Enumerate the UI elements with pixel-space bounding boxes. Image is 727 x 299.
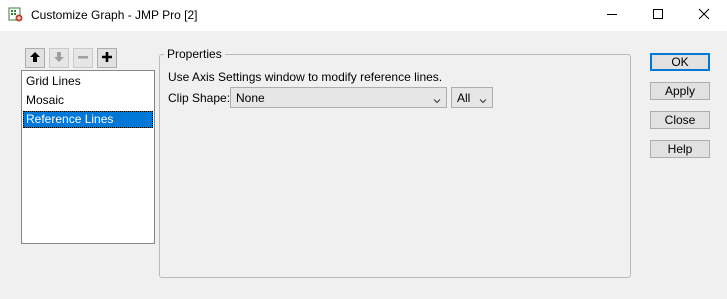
minimize-button[interactable] bbox=[589, 0, 635, 31]
help-button[interactable]: Help bbox=[650, 140, 710, 158]
clip-shape-select[interactable]: None bbox=[230, 87, 447, 108]
remove-button[interactable] bbox=[73, 48, 93, 68]
close-window-button[interactable] bbox=[681, 0, 727, 31]
clip-shape-label: Clip Shape: bbox=[168, 91, 231, 105]
window-title: Customize Graph - JMP Pro [2] bbox=[31, 8, 198, 22]
add-button[interactable] bbox=[97, 48, 117, 68]
minimize-icon bbox=[606, 8, 618, 23]
title-bar: Customize Graph - JMP Pro [2] bbox=[0, 0, 727, 31]
list-item-mosaic[interactable]: Mosaic bbox=[23, 92, 153, 109]
list-item-reference-lines[interactable]: Reference Lines bbox=[23, 111, 153, 128]
apply-button[interactable]: Apply bbox=[650, 82, 710, 100]
move-up-button[interactable] bbox=[25, 48, 45, 68]
chevron-down-icon bbox=[479, 94, 487, 104]
list-item-grid-lines[interactable]: Grid Lines bbox=[23, 73, 153, 90]
close-icon bbox=[698, 8, 710, 23]
jmp-graph-icon bbox=[8, 7, 24, 23]
properties-description: Use Axis Settings window to modify refer… bbox=[168, 70, 443, 84]
minus-icon bbox=[77, 51, 89, 66]
element-list[interactable]: Grid Lines Mosaic Reference Lines bbox=[21, 70, 155, 244]
maximize-icon bbox=[652, 8, 664, 23]
maximize-button[interactable] bbox=[635, 0, 681, 31]
ok-button[interactable]: OK bbox=[650, 53, 710, 71]
clip-shape-value: None bbox=[236, 91, 265, 105]
move-down-button[interactable] bbox=[49, 48, 69, 68]
properties-legend: Properties bbox=[164, 47, 225, 61]
arrow-down-icon bbox=[53, 51, 65, 66]
scope-value: All bbox=[457, 91, 471, 105]
scope-select[interactable]: All bbox=[451, 87, 493, 108]
chevron-down-icon bbox=[433, 94, 441, 104]
close-button[interactable]: Close bbox=[650, 111, 710, 129]
plus-icon bbox=[101, 51, 113, 66]
arrow-up-icon bbox=[29, 51, 41, 66]
